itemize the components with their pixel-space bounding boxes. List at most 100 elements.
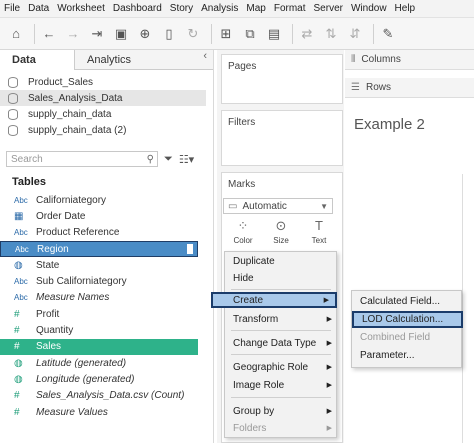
tab-data[interactable]: Data — [0, 50, 75, 70]
string-type-icon: Abc — [14, 277, 28, 287]
field-item[interactable]: Abc Measure Names — [0, 290, 214, 306]
field-item[interactable]: # Sales_Analysis_Data.csv (Count) — [0, 388, 214, 404]
field-item[interactable]: # Quantity — [0, 322, 214, 338]
field-item-region[interactable]: Abc Region — [0, 240, 198, 258]
sort-asc-icon[interactable]: ⇅ — [321, 24, 341, 44]
menu-window[interactable]: Window — [351, 3, 387, 14]
field-label: Product Reference — [36, 227, 120, 239]
redo-icon[interactable]: ⇥ — [87, 24, 107, 44]
menu-item-folders[interactable]: Folders ▶ — [225, 420, 338, 436]
field-label: State — [36, 259, 60, 271]
field-item-sales[interactable]: # Sales — [0, 338, 198, 355]
tab-analytics[interactable]: Analytics — [75, 50, 150, 70]
color-icon: ⁘ — [237, 218, 249, 233]
menu-item-parameter[interactable]: Parameter... — [352, 347, 463, 364]
number-type-icon: # — [14, 406, 20, 418]
globe-icon: ◍ — [14, 373, 23, 385]
color-button[interactable]: ⁘ Color — [229, 218, 257, 252]
save-icon[interactable]: ▣ — [111, 24, 131, 44]
toolbar-divider — [211, 23, 212, 44]
string-type-icon: Abc — [14, 195, 28, 205]
size-icon: ⊙ — [275, 218, 287, 233]
menu-worksheet[interactable]: Worksheet — [57, 3, 105, 14]
clear-sheet-icon[interactable]: ▤ — [264, 24, 284, 44]
menu-item-create[interactable]: Create ▶ — [211, 292, 337, 308]
columns-label: Columns — [361, 54, 401, 65]
menu-item-duplicate[interactable]: Duplicate — [225, 253, 338, 269]
field-item[interactable]: # Measure Values — [0, 404, 214, 420]
field-item[interactable]: Abc Sub Californiategory — [0, 273, 214, 289]
text-button[interactable]: T Text — [305, 218, 333, 252]
back-icon[interactable]: ← — [39, 24, 59, 44]
search-input[interactable]: Search ⚲ — [6, 151, 158, 167]
field-label: Sub Californiategory — [36, 276, 127, 288]
datasource-label: Sales_Analysis_Data — [28, 92, 123, 104]
datasource-item[interactable]: supply_chain_data — [0, 106, 213, 122]
menu-item-combined-field[interactable]: Combined Field — [352, 329, 463, 346]
string-type-icon: Abc — [14, 293, 28, 303]
data-pane: Data Analytics ‹ Product_Sales Sales_Ana… — [0, 50, 214, 443]
tables-title: Tables — [12, 176, 47, 188]
forward-icon[interactable]: → — [63, 24, 83, 44]
home-icon[interactable]: ⌂ — [6, 24, 26, 44]
view-options-icon[interactable]: ☷▾ — [179, 153, 194, 166]
field-item[interactable]: Abc Californiategory — [0, 192, 214, 208]
submenu-arrow-icon: ▶ — [326, 364, 332, 371]
field-item[interactable]: ◍ Latitude (generated) — [0, 355, 214, 371]
highlight-icon[interactable]: ✎ — [378, 24, 398, 44]
database-icon — [8, 108, 18, 120]
field-item[interactable]: # Profit — [0, 306, 214, 322]
field-dropdown-handle[interactable] — [187, 244, 193, 255]
field-item[interactable]: ◍ State — [0, 257, 214, 273]
field-item[interactable]: ▦ Order Date — [0, 208, 214, 224]
menu-item-image-role[interactable]: Image Role ▶ — [225, 377, 338, 393]
pause-icon[interactable]: ▯ — [159, 24, 179, 44]
field-item[interactable]: ◍ Longitude (generated) — [0, 371, 214, 387]
database-icon — [8, 92, 18, 104]
rows-label: Rows — [365, 82, 391, 93]
color-label: Color — [233, 236, 253, 245]
sort-desc-icon[interactable]: ⇵ — [345, 24, 365, 44]
swap-icon[interactable]: ⇄ — [297, 24, 317, 44]
menu-help[interactable]: Help — [395, 3, 416, 14]
menu-server[interactable]: Server — [314, 3, 343, 14]
toolbar-divider — [34, 23, 35, 44]
rows-shelf[interactable]: ☰ Rows — [345, 78, 474, 98]
filter-icon[interactable]: ⏷ — [164, 153, 173, 166]
filters-card[interactable]: Filters — [221, 110, 343, 166]
submenu-arrow-icon: ▶ — [323, 297, 329, 304]
menu-item-lod-calculation[interactable]: LOD Calculation... — [352, 311, 463, 328]
menu-item-transform[interactable]: Transform ▶ — [225, 311, 338, 327]
refresh-icon[interactable]: ↻ — [183, 24, 203, 44]
menu-item-geographic-role[interactable]: Geographic Role ▶ — [225, 359, 338, 375]
menu-item-group-by[interactable]: Group by ▶ — [225, 403, 338, 419]
menu-item-calculated-field[interactable]: Calculated Field... — [352, 293, 463, 310]
new-sheet-icon[interactable]: ⊞ — [216, 24, 236, 44]
menu-map[interactable]: Map — [246, 3, 265, 14]
menu-dashboard[interactable]: Dashboard — [113, 3, 162, 14]
new-datasource-icon[interactable]: ⊕ — [135, 24, 155, 44]
number-type-icon: # — [14, 341, 20, 353]
menu-item-change-data-type[interactable]: Change Data Type ▶ — [225, 335, 338, 351]
database-icon — [8, 76, 18, 88]
datasource-item[interactable]: Sales_Analysis_Data — [0, 90, 206, 106]
duplicate-sheet-icon[interactable]: ⧉ — [240, 24, 260, 44]
field-label: Profit — [36, 308, 60, 320]
menu-story[interactable]: Story — [170, 3, 193, 14]
menu-file[interactable]: File — [4, 3, 20, 14]
menu-analysis[interactable]: Analysis — [201, 3, 238, 14]
menu-format[interactable]: Format — [274, 3, 306, 14]
datasource-item[interactable]: supply_chain_data (2) — [0, 122, 213, 138]
datasource-item[interactable]: Product_Sales — [0, 74, 213, 90]
menu-item-label: Duplicate — [233, 255, 275, 267]
size-button[interactable]: ⊙ Size — [267, 218, 295, 252]
menu-data[interactable]: Data — [28, 3, 49, 14]
mark-type-select[interactable]: ▭ Automatic ▼ — [223, 198, 333, 214]
pages-card[interactable]: Pages — [221, 54, 343, 104]
field-item[interactable]: Abc Product Reference — [0, 225, 214, 241]
columns-shelf[interactable]: ⦀ Columns — [345, 50, 474, 70]
collapse-pane-icon[interactable]: ‹ — [203, 50, 207, 69]
menu-item-hide[interactable]: Hide — [225, 270, 338, 286]
text-label: Text — [311, 236, 327, 245]
field-label: Measure Names — [36, 292, 110, 304]
